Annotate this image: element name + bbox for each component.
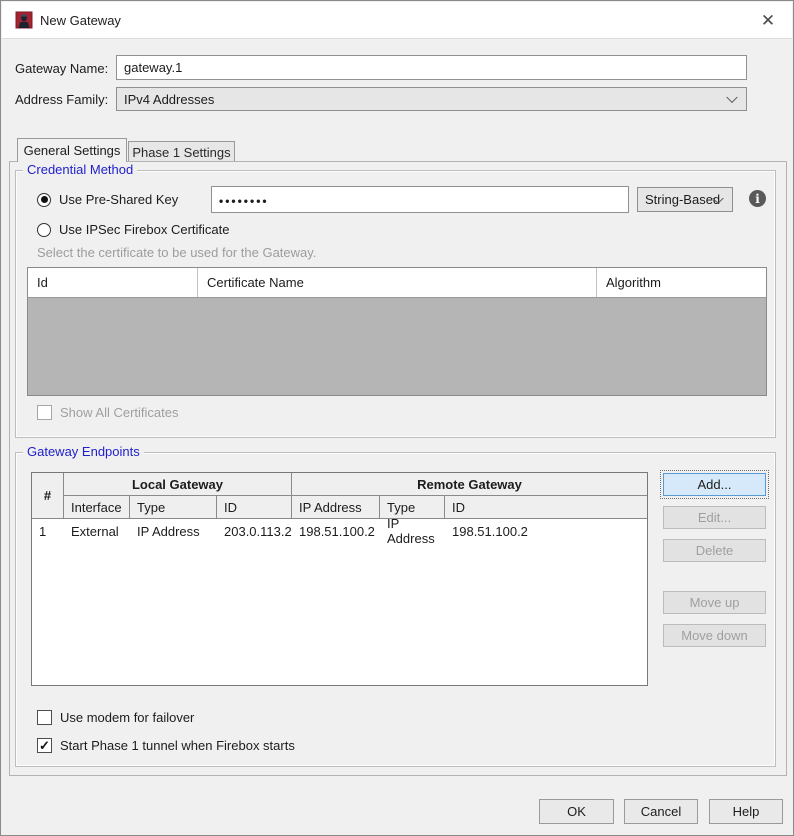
column-group-remote-gateway[interactable]: Remote Gateway xyxy=(292,473,647,496)
tab-phase1-settings[interactable]: Phase 1 Settings xyxy=(128,141,235,162)
gateway-name-value: gateway.1 xyxy=(124,60,183,75)
tab-general-settings[interactable]: General Settings xyxy=(17,138,127,162)
column-header-local-type[interactable]: Type xyxy=(130,496,217,519)
column-header-interface[interactable]: Interface xyxy=(64,496,130,519)
info-icon[interactable]: i xyxy=(749,190,766,207)
column-header-id[interactable]: Id xyxy=(28,268,198,297)
show-all-certificates-checkbox[interactable]: Show All Certificates xyxy=(37,405,179,420)
use-pre-shared-key-label: Use Pre-Shared Key xyxy=(59,192,179,207)
certificate-table-body-empty xyxy=(28,298,766,395)
column-header-remote-id[interactable]: ID xyxy=(445,496,647,519)
column-header-local-id[interactable]: ID xyxy=(217,496,292,519)
cell-remote-id: 198.51.100.2 xyxy=(452,523,528,539)
column-group-local-gateway[interactable]: Local Gateway xyxy=(64,473,292,496)
table-row[interactable]: 1 External IP Address 203.0.113.2 198.51… xyxy=(32,516,647,546)
radio-unselected-icon xyxy=(37,222,51,237)
use-modem-failover-label: Use modem for failover xyxy=(60,710,195,725)
add-button[interactable]: Add... xyxy=(660,470,769,499)
use-modem-failover-checkbox[interactable]: Use modem for failover xyxy=(37,710,194,725)
column-header-certificate-name[interactable]: Certificate Name xyxy=(198,268,597,297)
column-header-algorithm[interactable]: Algorithm xyxy=(597,268,766,297)
gateway-endpoints-legend: Gateway Endpoints xyxy=(23,444,144,459)
help-button[interactable]: Help xyxy=(709,799,783,824)
title-bar: New Gateway ✕ xyxy=(2,2,792,39)
use-pre-shared-key-radio[interactable]: Use Pre-Shared Key xyxy=(37,192,178,207)
cell-interface: External xyxy=(71,523,119,539)
gateway-endpoints-table[interactable]: # Local Gateway Remote Gateway Interface… xyxy=(31,472,648,686)
credential-method-legend: Credential Method xyxy=(23,162,138,177)
key-type-select[interactable]: String-Based xyxy=(637,187,733,212)
address-family-value: IPv4 Addresses xyxy=(124,91,215,107)
move-up-button[interactable]: Move up xyxy=(663,591,766,614)
start-phase1-tunnel-label: Start Phase 1 tunnel when Firebox starts xyxy=(60,738,295,753)
certificate-table[interactable]: Id Certificate Name Algorithm xyxy=(27,267,767,396)
new-gateway-dialog: New Gateway ✕ Gateway Name: gateway.1 Ad… xyxy=(0,0,794,836)
cell-local-type: IP Address xyxy=(137,523,200,539)
pre-shared-key-input[interactable]: •••••••• xyxy=(211,186,629,213)
tab-label: Phase 1 Settings xyxy=(132,144,231,160)
use-ipsec-certificate-radio[interactable]: Use IPSec Firebox Certificate xyxy=(37,222,230,237)
delete-button[interactable]: Delete xyxy=(663,539,766,562)
address-family-label: Address Family: xyxy=(15,92,109,107)
edit-button[interactable]: Edit... xyxy=(663,506,766,529)
cell-number: 1 xyxy=(39,523,47,539)
cancel-button[interactable]: Cancel xyxy=(624,799,698,824)
gateway-name-label: Gateway Name: xyxy=(15,61,109,76)
checkbox-unchecked-icon xyxy=(37,710,52,725)
cell-local-id: 203.0.113.2 xyxy=(224,523,292,539)
certificate-table-header: Id Certificate Name Algorithm xyxy=(28,268,766,298)
endpoints-table-header: # Local Gateway Remote Gateway Interface… xyxy=(32,473,647,519)
start-phase1-tunnel-checkbox[interactable]: ✓ Start Phase 1 tunnel when Firebox star… xyxy=(37,738,295,753)
column-header-number[interactable]: # xyxy=(32,473,64,519)
cell-ip-address: 198.51.100.2 xyxy=(299,523,375,539)
column-header-ip-address[interactable]: IP Address xyxy=(292,496,380,519)
key-type-value: String-Based xyxy=(645,192,721,207)
show-all-certificates-label: Show All Certificates xyxy=(60,405,179,420)
address-family-select[interactable]: IPv4 Addresses xyxy=(116,87,747,111)
move-down-button[interactable]: Move down xyxy=(663,624,766,647)
tab-label: General Settings xyxy=(23,143,121,158)
ok-button[interactable]: OK xyxy=(539,799,614,824)
close-icon[interactable]: ✕ xyxy=(756,9,780,33)
checkbox-checked-icon: ✓ xyxy=(37,738,52,753)
certificate-hint-text: Select the certificate to be used for th… xyxy=(37,245,317,260)
pre-shared-key-value: •••••••• xyxy=(219,193,269,208)
window-title: New Gateway xyxy=(40,13,121,28)
cell-remote-type: IP Address xyxy=(387,516,435,546)
watchguard-app-icon xyxy=(15,11,33,29)
use-ipsec-certificate-label: Use IPSec Firebox Certificate xyxy=(59,222,230,237)
chevron-down-icon xyxy=(726,91,738,104)
checkbox-unchecked-icon xyxy=(37,405,52,420)
gateway-name-input[interactable]: gateway.1 xyxy=(116,55,747,80)
radio-selected-icon xyxy=(37,192,51,207)
